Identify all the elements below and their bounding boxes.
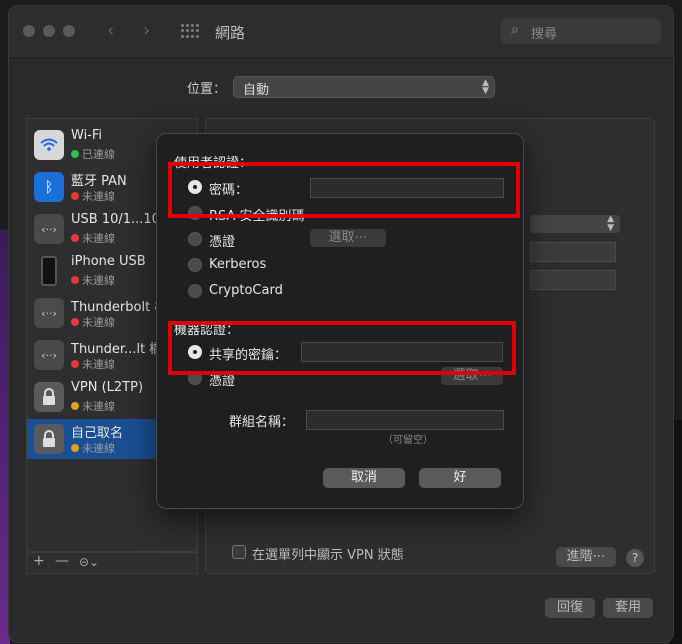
advanced-button[interactable]: 進階⋯ bbox=[556, 547, 616, 567]
status-dot bbox=[71, 444, 79, 452]
radio-label: CryptoCard bbox=[209, 283, 283, 298]
iphone-icon bbox=[34, 256, 64, 286]
revert-button[interactable]: 回復 bbox=[545, 598, 595, 618]
window-title: 網路 bbox=[215, 24, 246, 42]
zoom-window-button[interactable] bbox=[63, 25, 75, 37]
group-name-hint: （可留空） bbox=[383, 435, 433, 446]
status-dot bbox=[71, 192, 79, 200]
ethernet-icon: ‹··› bbox=[34, 298, 64, 328]
radio-button[interactable] bbox=[188, 258, 202, 272]
show-vpn-status-label: 在選單列中顯示 VPN 狀態 bbox=[252, 548, 404, 563]
help-button[interactable]: ? bbox=[626, 549, 644, 567]
status-dot bbox=[71, 402, 79, 410]
select-certificate-button[interactable]: 選取⋯ bbox=[310, 229, 386, 247]
service-name: Wi-Fi bbox=[71, 128, 103, 143]
forward-arrow-icon[interactable]: › bbox=[143, 20, 150, 41]
search-placeholder: 搜尋 bbox=[531, 27, 558, 42]
group-name-field[interactable] bbox=[306, 410, 504, 430]
chevron-updown-icon: ▲ ▼ bbox=[482, 78, 489, 96]
back-arrow-icon[interactable]: ‹ bbox=[107, 20, 114, 41]
show-all-grid-icon[interactable] bbox=[181, 24, 199, 38]
status-dot bbox=[71, 360, 79, 368]
lock-icon bbox=[34, 424, 64, 454]
remove-service-button[interactable]: — bbox=[55, 553, 69, 569]
ok-button[interactable]: 好 bbox=[419, 468, 501, 488]
add-service-button[interactable]: + bbox=[33, 553, 45, 569]
status-dot bbox=[71, 234, 79, 242]
service-name: VPN (L2TP) bbox=[71, 380, 144, 395]
highlight-box-machine-auth bbox=[168, 321, 516, 375]
configuration-select[interactable]: ▲ ▼ bbox=[530, 215, 620, 233]
location-select[interactable]: 自動 ▲ ▼ bbox=[233, 76, 495, 98]
lock-icon bbox=[34, 382, 64, 412]
action-menu-button[interactable]: ⊝⌄ bbox=[79, 555, 99, 569]
location-value: 自動 bbox=[243, 83, 270, 98]
radio-button[interactable] bbox=[188, 232, 202, 246]
service-status: 未連線 bbox=[82, 274, 115, 287]
service-status: 未連線 bbox=[82, 358, 115, 371]
wifi-icon bbox=[34, 130, 64, 160]
search-field[interactable]: ⌕ 搜尋 bbox=[501, 18, 661, 44]
service-name: Thunderbolt 橋 bbox=[71, 300, 168, 315]
radio-label: 憑證 bbox=[209, 235, 236, 250]
service-name: iPhone USB bbox=[71, 254, 146, 269]
service-status: 未連線 bbox=[82, 400, 115, 413]
account-name-field[interactable] bbox=[530, 270, 616, 290]
search-icon: ⌕ bbox=[511, 22, 519, 38]
service-status: 未連線 bbox=[82, 316, 115, 329]
service-name: 藍牙 PAN bbox=[71, 174, 127, 189]
status-dot bbox=[71, 276, 79, 284]
service-status: 未連線 bbox=[82, 232, 115, 245]
show-vpn-status-checkbox[interactable] bbox=[232, 545, 246, 559]
service-status: 已連線 bbox=[82, 148, 115, 161]
service-name: 自己取名 bbox=[71, 426, 124, 441]
ethernet-icon: ‹··› bbox=[34, 340, 64, 370]
sidebar-toolbar: + — ⊝⌄ bbox=[26, 552, 198, 574]
radio-button[interactable] bbox=[188, 284, 202, 298]
titlebar: ‹ › 網路 ⌕ 搜尋 bbox=[9, 6, 673, 59]
service-status: 未連線 bbox=[82, 442, 115, 455]
apply-button[interactable]: 套用 bbox=[603, 598, 653, 618]
highlight-box-user-auth bbox=[168, 162, 520, 218]
ethernet-icon: ‹··› bbox=[34, 214, 64, 244]
status-dot bbox=[71, 318, 79, 326]
status-dot bbox=[71, 150, 79, 158]
location-label: 位置： bbox=[187, 82, 227, 97]
server-address-field[interactable] bbox=[530, 242, 616, 262]
radio-label: Kerberos bbox=[209, 257, 267, 272]
cancel-button[interactable]: 取消 bbox=[323, 468, 405, 488]
group-name-label: 群組名稱： bbox=[229, 415, 295, 430]
service-status: 未連線 bbox=[82, 190, 115, 203]
bluetooth-icon: ᛒ bbox=[34, 172, 64, 202]
close-window-button[interactable] bbox=[23, 25, 35, 37]
minimize-window-button[interactable] bbox=[43, 25, 55, 37]
